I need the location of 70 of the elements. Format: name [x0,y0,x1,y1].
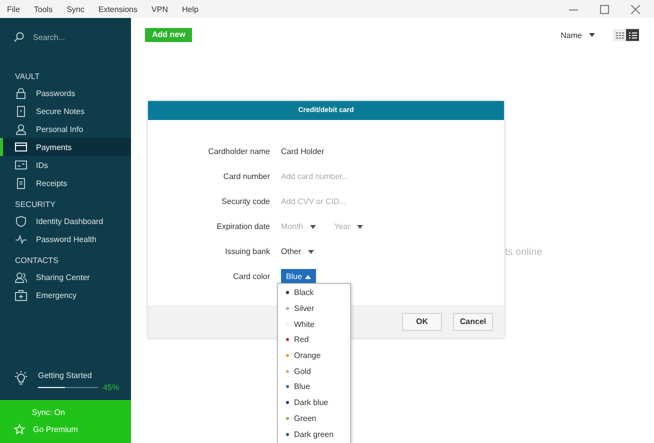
color-option[interactable]: Blue [278,379,350,395]
caret-icon [357,224,364,228]
color-option[interactable]: Dark blue [278,394,350,410]
section-heading: VAULT [14,71,41,83]
field-label: Card number [222,172,270,181]
sidebar-item[interactable]: Personal Info [0,120,131,138]
color-option[interactable]: Orange [278,348,350,364]
color-option[interactable]: Gold [278,363,350,380]
pulse-icon [15,234,27,244]
grid-icon [616,32,624,38]
sidebar-item[interactable]: Password Health [0,230,131,248]
caret-icon [308,250,314,254]
caret-icon [310,224,316,228]
color-option[interactable]: Black [278,285,350,301]
sidebar-item[interactable]: Secure Notes [0,102,131,120]
lock-icon [15,88,27,98]
section-heading: SECURITY [14,199,56,211]
field-label: Card color [232,272,270,281]
search-icon [14,32,24,42]
sidebar-item[interactable]: Sharing Center [0,268,131,286]
menu-item[interactable]: Tools [34,4,53,14]
list-icon [628,32,636,38]
select-dropdown[interactable]: Other [281,247,314,256]
progress-percent: 45% [102,383,119,392]
medkit-icon [15,290,27,300]
text-field[interactable]: Card Holder [281,147,324,156]
menu-item[interactable]: File [7,4,20,14]
sync-status: Sync: On [31,408,66,417]
color-option[interactable]: White [278,316,350,332]
id-card-icon [15,160,27,170]
close-icon[interactable] [631,4,640,14]
field-label: Security code [220,197,270,206]
menu-item[interactable]: VPN [152,4,168,14]
caret-icon [589,33,595,37]
sidebar-item[interactable]: IDs [0,156,131,174]
color-option[interactable]: Green [278,410,350,426]
sort-dropdown[interactable]: Name [560,30,595,40]
note-icon [15,106,27,116]
sidebar-item[interactable]: Emergency [0,286,131,304]
card-icon [15,142,27,152]
color-option[interactable]: Dark green [278,426,350,442]
color-option[interactable]: Red [278,332,350,348]
menu-item[interactable]: Extensions [98,4,138,14]
search-field[interactable]: Search... [0,18,131,64]
ok-button[interactable]: OK [402,312,442,330]
person-icon [15,124,27,134]
caret-icon [305,274,312,278]
receipt-icon [15,178,27,188]
people-icon [15,272,27,282]
sidebar-item[interactable]: Payments [0,138,131,156]
lightbulb-icon [14,371,28,385]
star-icon [14,424,25,435]
list-view-button[interactable] [626,29,639,41]
menu-item[interactable]: Help [182,4,198,14]
field-label: Cardholder name [207,147,270,156]
getting-started-label[interactable]: Getting Started [38,371,119,380]
maximize-icon[interactable] [600,4,609,14]
shield-icon [15,216,27,226]
grid-view-button[interactable] [613,29,626,41]
empty-state-text: ts online [505,247,542,258]
section-heading: CONTACTS [14,255,60,267]
cancel-button[interactable]: Cancel [453,312,493,330]
color-option[interactable]: Silver [278,300,350,316]
sidebar-item[interactable]: Receipts [0,174,131,192]
sidebar-item[interactable]: Identity Dashboard [0,212,131,230]
color-dropdown[interactable]: Blue [281,269,316,284]
field-label: Expiration date [216,222,270,231]
sidebar-item[interactable]: Passwords [0,84,131,102]
field-label: Issuing bank [224,247,270,256]
menu-item[interactable]: Sync [66,4,84,14]
